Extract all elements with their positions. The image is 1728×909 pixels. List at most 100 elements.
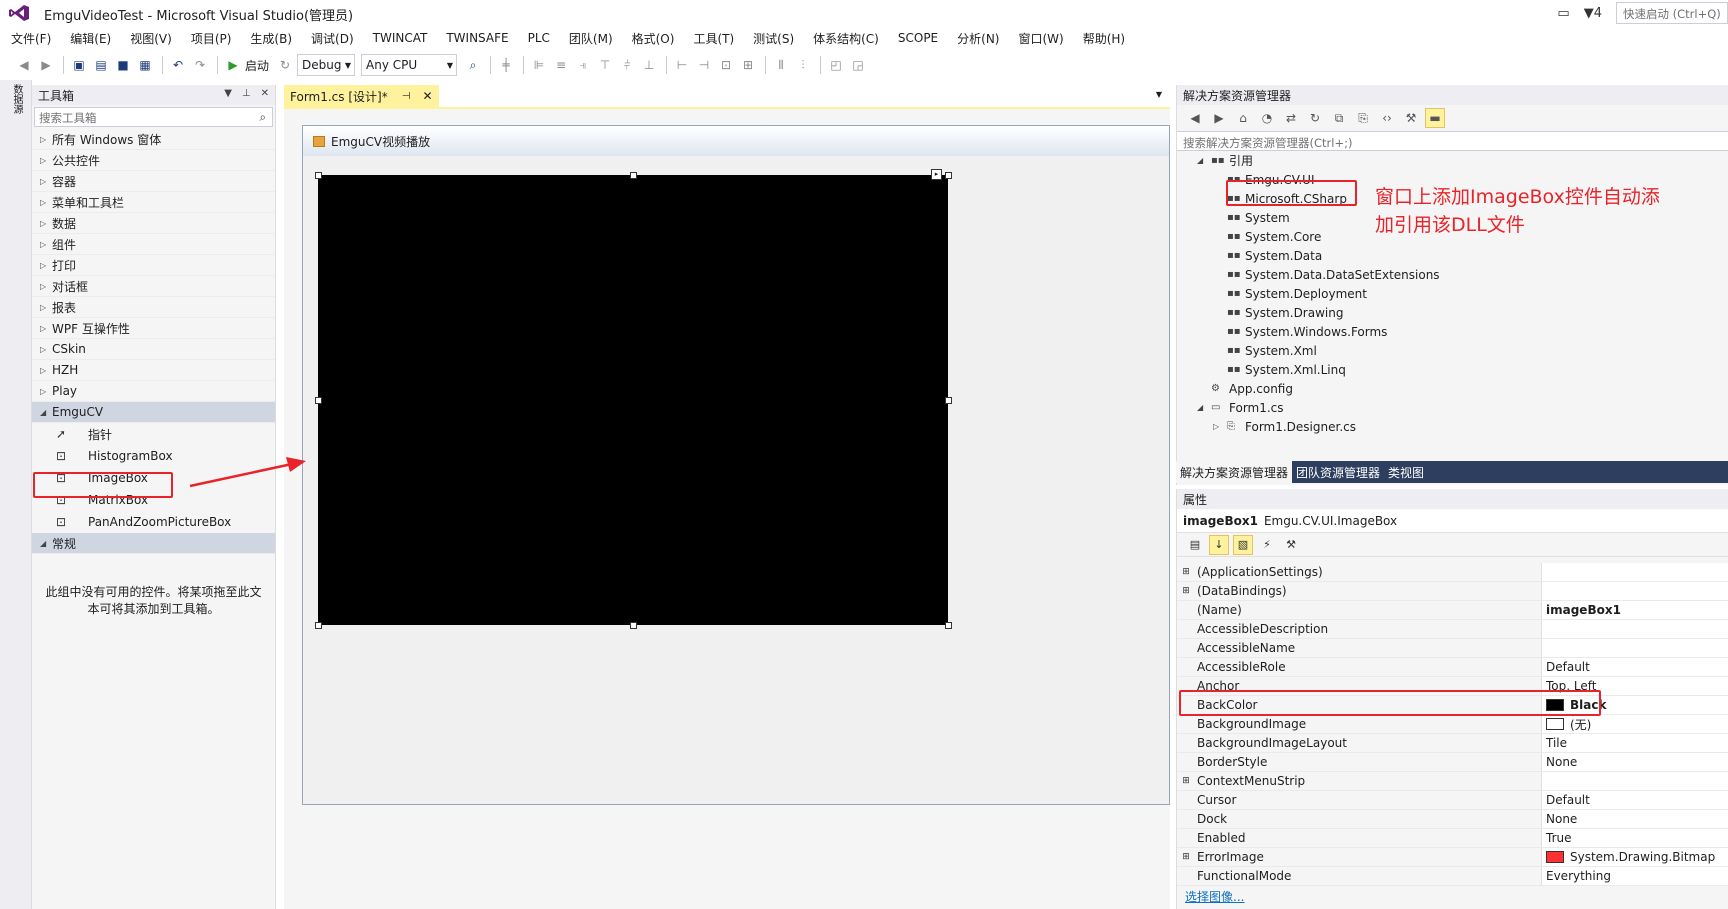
property-row[interactable]: (Name) imageBox1: [1177, 601, 1728, 620]
menu-item[interactable]: 工具(T): [693, 30, 734, 47]
menu-item[interactable]: 团队(M): [569, 30, 613, 47]
resize-handle[interactable]: [315, 172, 322, 179]
send-to-back-icon[interactable]: ◲: [848, 55, 868, 75]
sync-icon[interactable]: ⇄: [1281, 108, 1301, 128]
tree-item[interactable]: ▪▪ System.Xml: [1213, 341, 1317, 360]
forward-icon[interactable]: ▶: [36, 55, 56, 75]
tree-item[interactable]: ▪▪ System.Data.DataSetExtensions: [1213, 265, 1440, 284]
expand-icon[interactable]: ▷: [40, 198, 52, 207]
property-row[interactable]: ⊞ (ApplicationSettings): [1177, 563, 1728, 582]
tree-item[interactable]: ◢ ▪▪ 引用: [1197, 151, 1253, 170]
configuration-select[interactable]: Debug ▼: [297, 54, 356, 76]
toolbox-tool[interactable]: ➚ 指针: [32, 423, 275, 445]
property-pages-icon[interactable]: ⚒: [1281, 535, 1301, 555]
property-row[interactable]: AccessibleName: [1177, 639, 1728, 658]
expand-icon[interactable]: ▷: [40, 324, 52, 333]
tree-item[interactable]: ▪▪ System: [1213, 208, 1290, 227]
property-value[interactable]: [1542, 563, 1728, 581]
toolbox-group[interactable]: ▷ CSkin: [32, 339, 275, 360]
property-row[interactable]: BorderStyle None: [1177, 753, 1728, 772]
vertical-spacing-icon[interactable]: ⫶: [793, 55, 813, 75]
toolbox-group[interactable]: ▷ Play: [32, 381, 275, 402]
toolbox-group[interactable]: ▷ WPF 互操作性: [32, 318, 275, 339]
collapse-icon[interactable]: ◢: [40, 408, 52, 417]
property-value[interactable]: None: [1542, 810, 1728, 828]
bring-to-front-icon[interactable]: ◰: [826, 55, 846, 75]
tree-item[interactable]: ▪▪ System.Deployment: [1213, 284, 1367, 303]
menu-item[interactable]: 项目(P): [191, 30, 232, 47]
open-file-icon[interactable]: ▤: [91, 55, 111, 75]
close-icon[interactable]: ✕: [422, 89, 432, 103]
property-row[interactable]: Dock None: [1177, 810, 1728, 829]
start-button-label[interactable]: 启动: [245, 57, 269, 74]
property-row[interactable]: ⊞ (DataBindings): [1177, 582, 1728, 601]
property-row[interactable]: BackgroundImage (无): [1177, 715, 1728, 734]
expand-icon[interactable]: ▷: [40, 219, 52, 228]
expand-icon[interactable]: ▷: [40, 177, 52, 186]
preview-selected-icon[interactable]: ▬: [1425, 108, 1445, 128]
property-value[interactable]: [1542, 620, 1728, 638]
quick-launch-input[interactable]: 快速启动 (Ctrl+Q): [1616, 2, 1728, 24]
toolbox-group[interactable]: ▷ HZH: [32, 360, 275, 381]
menu-item[interactable]: 测试(S): [753, 30, 794, 47]
property-value[interactable]: Everything: [1542, 867, 1728, 885]
property-value[interactable]: imageBox1: [1542, 601, 1728, 619]
expand-icon[interactable]: ▷: [40, 282, 52, 291]
find-in-files-icon[interactable]: ⌕: [463, 55, 483, 75]
expand-icon[interactable]: ▷: [40, 366, 52, 375]
property-value[interactable]: Tile: [1542, 734, 1728, 752]
alphabetical-icon[interactable]: ↓: [1209, 534, 1229, 555]
notifications-icon[interactable]: ▼4: [1584, 6, 1602, 21]
toolbox-group[interactable]: ▷ 数据: [32, 213, 275, 234]
menu-item[interactable]: 编辑(E): [70, 30, 111, 47]
menu-item[interactable]: 生成(B): [250, 30, 292, 47]
align-tops-icon[interactable]: ⊤: [595, 55, 615, 75]
tree-item[interactable]: ▷ ⎘ Form1.Designer.cs: [1213, 417, 1356, 436]
start-debug-icon[interactable]: ▶: [223, 55, 243, 75]
expand-icon[interactable]: ⊞: [1177, 848, 1195, 866]
toolbox-tool[interactable]: ⊡ HistogramBox: [32, 445, 275, 467]
menu-item[interactable]: TWINSAFE: [446, 31, 508, 45]
back-icon[interactable]: ◀: [1185, 108, 1205, 128]
feedback-icon[interactable]: ▭: [1557, 6, 1569, 21]
menu-item[interactable]: SCOPE: [898, 31, 938, 45]
tree-item[interactable]: ◢ ▭ Form1.cs: [1197, 398, 1284, 417]
pending-changes-icon[interactable]: ◔: [1257, 108, 1277, 128]
forward-icon[interactable]: ▶: [1209, 108, 1229, 128]
tree-item[interactable]: ▪▪ System.Data: [1213, 246, 1322, 265]
expand-icon[interactable]: ⊞: [1177, 582, 1195, 600]
panel-tab[interactable]: 解决方案资源管理器: [1176, 461, 1293, 483]
align-lefts-icon[interactable]: ⊫: [529, 55, 549, 75]
imagebox-control[interactable]: [318, 175, 948, 625]
toolbox-group[interactable]: ▷ 对话框: [32, 276, 275, 297]
menu-item[interactable]: 窗口(W): [1018, 30, 1063, 47]
menu-item[interactable]: 格式(O): [632, 30, 675, 47]
menu-item[interactable]: 分析(N): [957, 30, 999, 47]
resize-handle[interactable]: [315, 397, 322, 404]
choose-image-link[interactable]: 选择图像...: [1185, 888, 1244, 905]
platform-select[interactable]: Any CPU ▼: [361, 54, 458, 76]
tab-form1-design[interactable]: Form1.cs [设计]* ⊣ ✕: [284, 85, 439, 107]
data-sources-tab[interactable]: 数据源: [10, 84, 24, 114]
menu-item[interactable]: 调试(D): [311, 30, 354, 47]
property-row[interactable]: ⊞ ContextMenuStrip: [1177, 772, 1728, 791]
tree-expander-icon[interactable]: ▷: [1213, 422, 1227, 431]
expand-icon[interactable]: ▷: [40, 156, 52, 165]
expand-icon[interactable]: ⊞: [1177, 563, 1195, 581]
toolbox-tool[interactable]: ⊡ PanAndZoomPictureBox: [32, 511, 275, 533]
align-centers-icon[interactable]: ≡: [551, 55, 571, 75]
menu-item[interactable]: 帮助(H): [1083, 30, 1125, 47]
expand-icon[interactable]: ▷: [40, 303, 52, 312]
properties-wrench-icon[interactable]: ⚒: [1401, 108, 1421, 128]
align-to-grid-icon[interactable]: ╪: [496, 55, 516, 75]
align-bottoms-icon[interactable]: ⊥: [639, 55, 659, 75]
size-to-grid-icon[interactable]: ⊞: [738, 55, 758, 75]
toolbox-group[interactable]: ◢ EmguCV: [32, 402, 275, 423]
toolbox-group[interactable]: ▷ 所有 Windows 窗体: [32, 129, 275, 150]
show-all-files-icon[interactable]: ⎘: [1353, 108, 1373, 128]
smart-tag-icon[interactable]: ▸: [931, 169, 942, 180]
toolbox-group[interactable]: ▷ 打印: [32, 255, 275, 276]
tree-item[interactable]: ▪▪ System.Core: [1213, 227, 1321, 246]
new-project-icon[interactable]: ▣: [69, 55, 89, 75]
menu-item[interactable]: TWINCAT: [373, 31, 428, 45]
